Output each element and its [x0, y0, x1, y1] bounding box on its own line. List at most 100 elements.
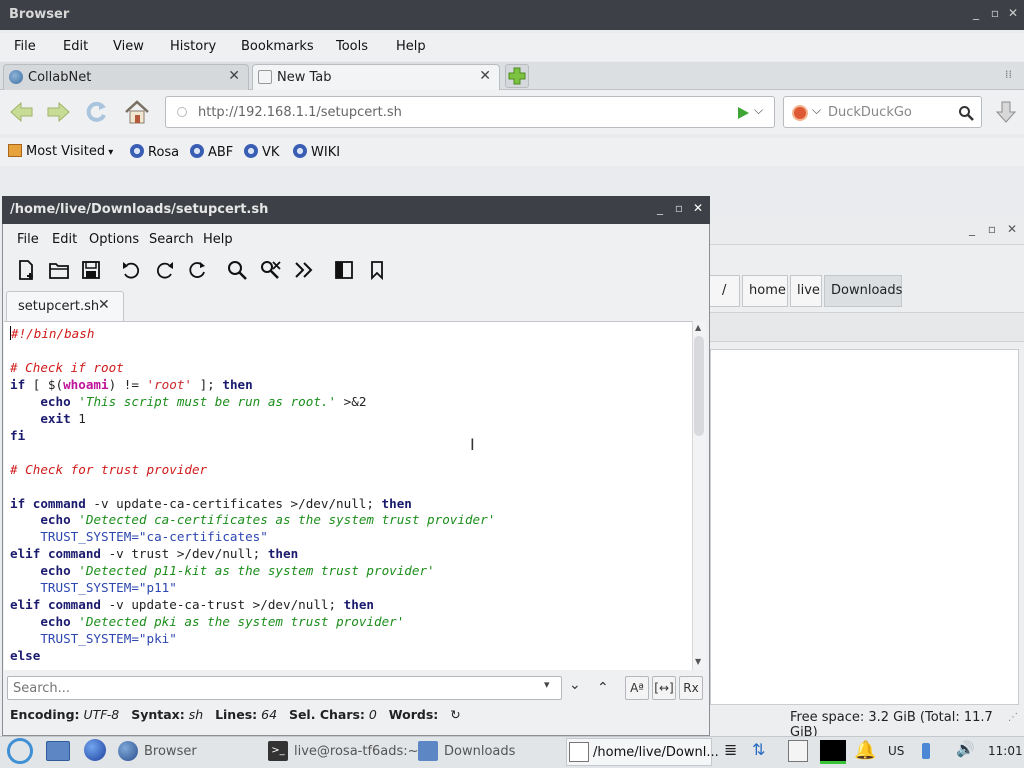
code-line: # Check if root — [10, 359, 124, 375]
go-to-icon[interactable] — [293, 259, 315, 281]
start-menu-icon[interactable] — [7, 738, 33, 764]
search-input[interactable] — [11, 679, 536, 697]
breadcrumb-live[interactable]: live — [790, 275, 822, 307]
bookmark-most-visited[interactable]: Most Visited ▾ — [8, 144, 113, 159]
maximize-icon[interactable]: ▫ — [987, 6, 1003, 20]
updates-icon[interactable]: ⇅ — [752, 740, 765, 759]
resize-grip-icon[interactable]: ⋰ — [1008, 712, 1018, 723]
code-editor-area[interactable]: #!/bin/bash # Check if root if [ $(whoam… — [4, 321, 692, 670]
refresh-word-count-icon[interactable]: ↻ — [450, 707, 460, 722]
url-history-dropdown-icon[interactable]: ⌵ — [754, 103, 763, 118]
url-text[interactable]: http://192.168.1.1/setupcert.sh — [198, 105, 402, 120]
task-browser[interactable]: Browser — [118, 738, 258, 766]
clear-highlight-icon[interactable] — [259, 259, 281, 281]
tab-list-icon[interactable]: ⁞⁞ — [1005, 68, 1012, 81]
breadcrumb-root[interactable]: / — [706, 275, 740, 307]
forward-button[interactable] — [44, 98, 72, 126]
usb-drive-icon[interactable] — [922, 743, 930, 759]
clock[interactable]: 11:01 — [988, 744, 1023, 758]
file-list-area[interactable] — [710, 349, 1019, 705]
minimize-icon[interactable]: _ — [652, 201, 668, 215]
whole-word-button[interactable]: [↔] — [652, 676, 676, 700]
minimize-icon[interactable]: _ — [964, 222, 980, 236]
bookmark-icon[interactable] — [366, 259, 388, 281]
menu-view[interactable]: View — [113, 39, 144, 54]
close-icon[interactable]: ✕ — [1004, 222, 1020, 236]
code-line: TRUST_SYSTEM="ca-certificates" — [40, 529, 268, 545]
clipboard-icon[interactable] — [788, 740, 808, 762]
scrollbar-thumb[interactable] — [694, 336, 704, 436]
find-next-icon[interactable]: ⌄ — [569, 677, 581, 693]
editor-title-bar[interactable]: /home/live/Downloads/setupcert.sh _ ▫ ✕ — [2, 196, 710, 224]
task-terminal[interactable]: >_ live@rosa-tf6ads:~ — [268, 738, 419, 766]
settings-sliders-icon[interactable]: ≣ — [724, 740, 737, 759]
scroll-down-icon[interactable]: ▼ — [695, 657, 701, 666]
browser-title-bar[interactable]: Browser _ ▫ ✕ — [0, 0, 1024, 30]
downloads-button[interactable] — [992, 98, 1020, 126]
close-tab-icon[interactable]: ✕ — [228, 68, 240, 84]
menu-bookmarks[interactable]: Bookmarks — [241, 39, 314, 54]
bookmark-wiki[interactable]: WIKI — [293, 144, 340, 160]
bookmark-abf[interactable]: ABF — [190, 144, 233, 160]
undo-icon[interactable] — [120, 259, 142, 281]
breadcrumb-home[interactable]: home — [742, 275, 788, 307]
menu-history[interactable]: History — [170, 39, 216, 54]
menu-search[interactable]: Search — [149, 232, 194, 247]
file-manager-launcher-icon[interactable] — [46, 741, 70, 761]
close-tab-icon[interactable]: ✕ — [479, 68, 491, 84]
reload-icon[interactable] — [186, 259, 208, 281]
regex-button[interactable]: Rx — [679, 676, 703, 700]
reload-button[interactable] — [82, 98, 110, 126]
bookmark-vk[interactable]: VK — [244, 144, 279, 160]
find-previous-icon[interactable]: ⌃ — [597, 680, 609, 696]
keyboard-layout-indicator[interactable]: US — [888, 744, 904, 758]
rosa-icon — [293, 144, 307, 158]
bookmark-rosa[interactable]: Rosa — [130, 144, 179, 160]
find-field[interactable]: ▾ — [7, 676, 562, 700]
breadcrumb-downloads[interactable]: Downloads — [824, 275, 902, 307]
system-monitor-icon[interactable] — [820, 740, 846, 764]
close-icon[interactable]: ✕ — [690, 201, 706, 215]
find-icon[interactable] — [226, 259, 248, 281]
menu-edit[interactable]: Edit — [63, 39, 88, 54]
find-history-dropdown-icon[interactable]: ▾ — [544, 678, 550, 691]
close-icon[interactable]: ✕ — [1005, 6, 1021, 20]
browser-launcher-icon[interactable] — [84, 739, 106, 761]
editor-tab-setupcert[interactable]: setupcert.sh ✕ — [6, 291, 124, 321]
match-case-button[interactable]: Aª — [625, 676, 649, 700]
search-icon[interactable] — [958, 105, 974, 121]
volume-icon[interactable]: 🔊 — [956, 740, 975, 758]
menu-options[interactable]: Options — [89, 232, 139, 247]
tab-collabnet[interactable]: CollabNet ✕ — [3, 64, 249, 90]
menu-help[interactable]: Help — [396, 39, 426, 54]
menu-file[interactable]: File — [17, 232, 39, 247]
sidebar-icon[interactable] — [333, 259, 355, 281]
search-bar[interactable]: ⌵ DuckDuckGo — [783, 96, 982, 128]
menu-file[interactable]: File — [14, 39, 36, 54]
minimize-icon[interactable]: _ — [968, 6, 984, 20]
maximize-icon[interactable]: ▫ — [984, 222, 1000, 236]
url-bar[interactable]: http://192.168.1.1/setupcert.sh ⌵ — [165, 96, 775, 128]
file-manager-title-bar[interactable]: _ ▫ ✕ — [706, 217, 1024, 245]
task-downloads[interactable]: Downloads — [418, 738, 558, 766]
tab-new-tab[interactable]: New Tab ✕ — [252, 64, 500, 90]
code-text[interactable]: #!/bin/bash # Check if root if [ $(whoam… — [10, 326, 495, 665]
new-tab-button[interactable] — [505, 64, 529, 88]
maximize-icon[interactable]: ▫ — [671, 201, 687, 215]
search-engine-dropdown-icon[interactable]: ⌵ — [812, 103, 821, 118]
menu-tools[interactable]: Tools — [336, 39, 368, 54]
home-button[interactable] — [123, 98, 151, 126]
save-icon[interactable] — [80, 259, 102, 281]
scroll-up-icon[interactable]: ▲ — [695, 323, 701, 332]
redo-icon[interactable] — [154, 259, 176, 281]
new-file-icon[interactable] — [15, 259, 37, 281]
notification-bell-icon[interactable]: 🔔 — [854, 740, 876, 761]
duckduckgo-icon[interactable] — [792, 105, 808, 121]
open-file-icon[interactable] — [48, 259, 70, 281]
menu-help[interactable]: Help — [203, 232, 233, 247]
go-arrow-icon[interactable] — [736, 106, 750, 120]
menu-edit[interactable]: Edit — [52, 232, 77, 247]
back-button[interactable] — [8, 98, 36, 126]
task-text-editor[interactable]: /home/live/Downl... — [566, 738, 719, 766]
close-tab-icon[interactable]: ✕ — [98, 297, 110, 313]
